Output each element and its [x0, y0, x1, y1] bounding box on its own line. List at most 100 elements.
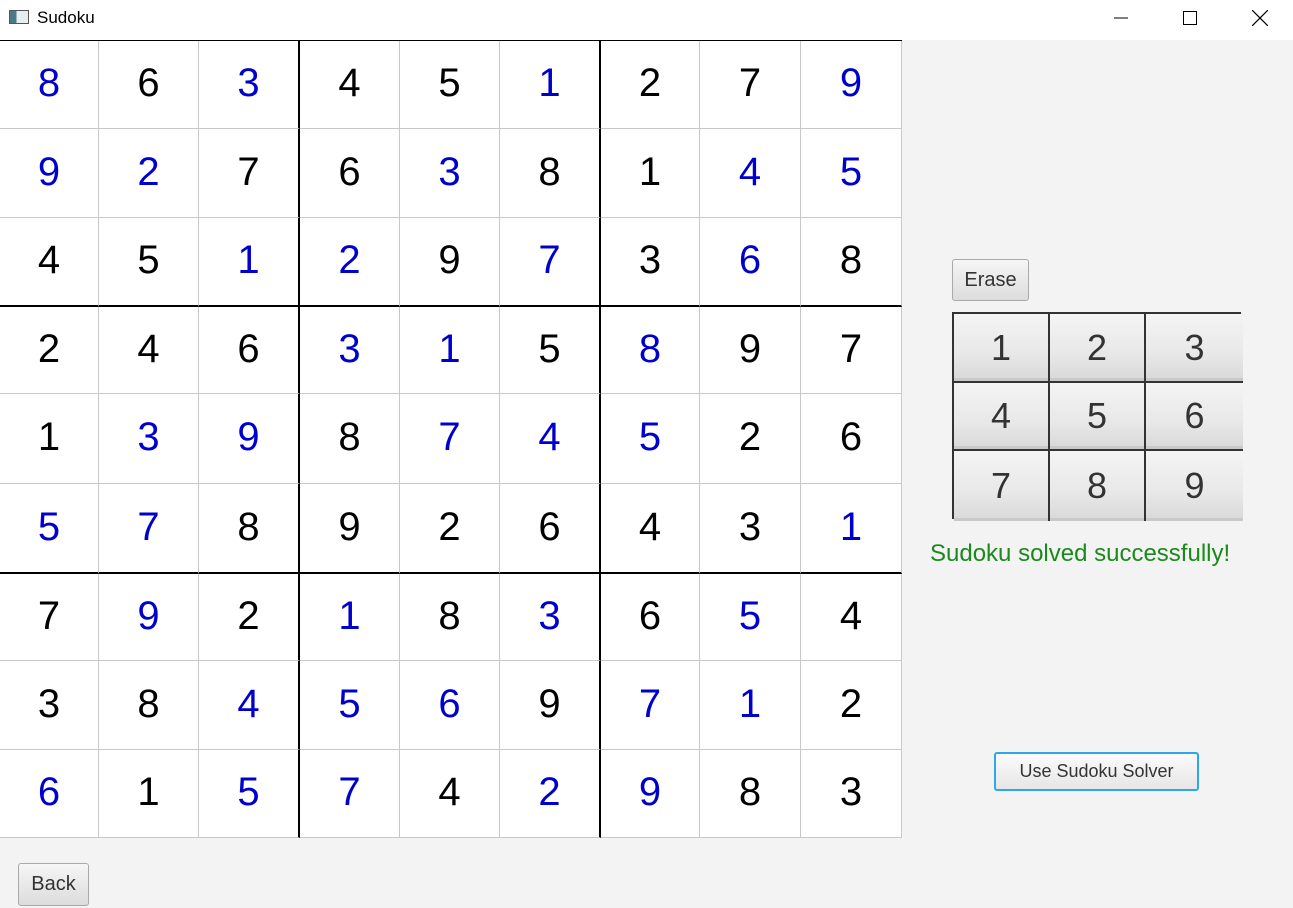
sudoku-cell[interactable]: 5 — [601, 394, 700, 484]
sudoku-cell[interactable]: 8 — [601, 307, 700, 394]
sudoku-cell[interactable]: 1 — [801, 484, 902, 574]
sudoku-cell[interactable]: 6 — [500, 484, 601, 574]
sudoku-cell[interactable]: 1 — [0, 394, 99, 484]
close-button[interactable] — [1225, 0, 1293, 36]
minimize-button[interactable] — [1086, 0, 1156, 36]
title-bar: Sudoku — [0, 0, 1293, 40]
sudoku-cell[interactable]: 7 — [601, 661, 700, 750]
number-button-6[interactable]: 6 — [1146, 383, 1243, 451]
sudoku-cell[interactable]: 2 — [601, 41, 700, 129]
sudoku-cell[interactable]: 5 — [199, 750, 300, 838]
sudoku-cell[interactable]: 2 — [801, 661, 902, 750]
sudoku-grid: 8634512799276381454512973682463158971398… — [0, 41, 902, 838]
sudoku-cell[interactable]: 6 — [300, 129, 400, 218]
number-button-9[interactable]: 9 — [1146, 451, 1243, 521]
sudoku-cell[interactable]: 6 — [400, 661, 500, 750]
sudoku-cell[interactable]: 3 — [500, 574, 601, 661]
sudoku-cell[interactable]: 2 — [99, 129, 199, 218]
sudoku-cell[interactable]: 1 — [500, 41, 601, 129]
sudoku-cell[interactable]: 1 — [400, 307, 500, 394]
sudoku-cell[interactable]: 4 — [500, 394, 601, 484]
sudoku-cell[interactable]: 1 — [99, 750, 199, 838]
sudoku-cell[interactable]: 4 — [0, 218, 99, 307]
sudoku-cell[interactable]: 6 — [99, 41, 199, 129]
number-button-2[interactable]: 2 — [1050, 314, 1146, 383]
sudoku-cell[interactable]: 4 — [99, 307, 199, 394]
number-button-3[interactable]: 3 — [1146, 314, 1243, 383]
sudoku-cell[interactable]: 1 — [300, 574, 400, 661]
sudoku-cell[interactable]: 3 — [801, 750, 902, 838]
sudoku-cell[interactable]: 5 — [99, 218, 199, 307]
number-pad: 123 456 789 — [952, 312, 1243, 521]
sudoku-cell[interactable]: 8 — [400, 574, 500, 661]
back-button[interactable]: Back — [18, 863, 89, 906]
sudoku-cell[interactable]: 2 — [400, 484, 500, 574]
sudoku-cell[interactable]: 9 — [99, 574, 199, 661]
erase-button[interactable]: Erase — [952, 259, 1029, 301]
sudoku-cell[interactable]: 2 — [199, 574, 300, 661]
sudoku-cell[interactable]: 5 — [400, 41, 500, 129]
sudoku-cell[interactable]: 3 — [400, 129, 500, 218]
sudoku-cell[interactable]: 7 — [99, 484, 199, 574]
window-title: Sudoku — [37, 8, 95, 27]
sudoku-cell[interactable]: 7 — [199, 129, 300, 218]
number-button-7[interactable]: 7 — [954, 451, 1050, 521]
sudoku-cell[interactable]: 4 — [700, 129, 801, 218]
sudoku-cell[interactable]: 5 — [0, 484, 99, 574]
sudoku-cell[interactable]: 6 — [700, 218, 801, 307]
sudoku-cell[interactable]: 6 — [199, 307, 300, 394]
sudoku-cell[interactable]: 6 — [801, 394, 902, 484]
sudoku-cell[interactable]: 7 — [400, 394, 500, 484]
sudoku-cell[interactable]: 1 — [601, 129, 700, 218]
sudoku-cell[interactable]: 3 — [601, 218, 700, 307]
sudoku-cell[interactable]: 9 — [400, 218, 500, 307]
sudoku-cell[interactable]: 3 — [199, 41, 300, 129]
sudoku-cell[interactable]: 6 — [0, 750, 99, 838]
sudoku-cell[interactable]: 8 — [500, 129, 601, 218]
sudoku-cell[interactable]: 2 — [700, 394, 801, 484]
sudoku-cell[interactable]: 9 — [300, 484, 400, 574]
sudoku-cell[interactable]: 5 — [500, 307, 601, 394]
number-button-1[interactable]: 1 — [954, 314, 1050, 383]
sudoku-cell[interactable]: 8 — [700, 750, 801, 838]
sudoku-cell[interactable]: 2 — [300, 218, 400, 307]
sudoku-cell[interactable]: 1 — [700, 661, 801, 750]
number-button-5[interactable]: 5 — [1050, 383, 1146, 451]
sudoku-cell[interactable]: 8 — [99, 661, 199, 750]
sudoku-cell[interactable]: 8 — [0, 41, 99, 129]
sudoku-cell[interactable]: 5 — [801, 129, 902, 218]
sudoku-cell[interactable]: 4 — [300, 41, 400, 129]
sudoku-cell[interactable]: 9 — [801, 41, 902, 129]
sudoku-cell[interactable]: 9 — [700, 307, 801, 394]
sudoku-cell[interactable]: 7 — [0, 574, 99, 661]
sudoku-cell[interactable]: 8 — [199, 484, 300, 574]
sudoku-cell[interactable]: 5 — [700, 574, 801, 661]
sudoku-cell[interactable]: 8 — [300, 394, 400, 484]
sudoku-cell[interactable]: 2 — [500, 750, 601, 838]
sudoku-cell[interactable]: 9 — [601, 750, 700, 838]
maximize-button[interactable] — [1155, 0, 1225, 36]
sudoku-cell[interactable]: 4 — [601, 484, 700, 574]
sudoku-cell[interactable]: 3 — [99, 394, 199, 484]
number-button-4[interactable]: 4 — [954, 383, 1050, 451]
sudoku-cell[interactable]: 1 — [199, 218, 300, 307]
sudoku-cell[interactable]: 4 — [400, 750, 500, 838]
sudoku-cell[interactable]: 3 — [700, 484, 801, 574]
sudoku-cell[interactable]: 3 — [0, 661, 99, 750]
sudoku-cell[interactable]: 2 — [0, 307, 99, 394]
sudoku-cell[interactable]: 8 — [801, 218, 902, 307]
sudoku-cell[interactable]: 9 — [500, 661, 601, 750]
sudoku-cell[interactable]: 7 — [500, 218, 601, 307]
sudoku-cell[interactable]: 7 — [700, 41, 801, 129]
sudoku-cell[interactable]: 3 — [300, 307, 400, 394]
sudoku-cell[interactable]: 6 — [601, 574, 700, 661]
sudoku-cell[interactable]: 7 — [801, 307, 902, 394]
number-button-8[interactable]: 8 — [1050, 451, 1146, 521]
sudoku-cell[interactable]: 7 — [300, 750, 400, 838]
sudoku-cell[interactable]: 9 — [199, 394, 300, 484]
sudoku-cell[interactable]: 4 — [199, 661, 300, 750]
sudoku-cell[interactable]: 9 — [0, 129, 99, 218]
use-solver-button[interactable]: Use Sudoku Solver — [994, 752, 1199, 791]
sudoku-cell[interactable]: 4 — [801, 574, 902, 661]
sudoku-cell[interactable]: 5 — [300, 661, 400, 750]
